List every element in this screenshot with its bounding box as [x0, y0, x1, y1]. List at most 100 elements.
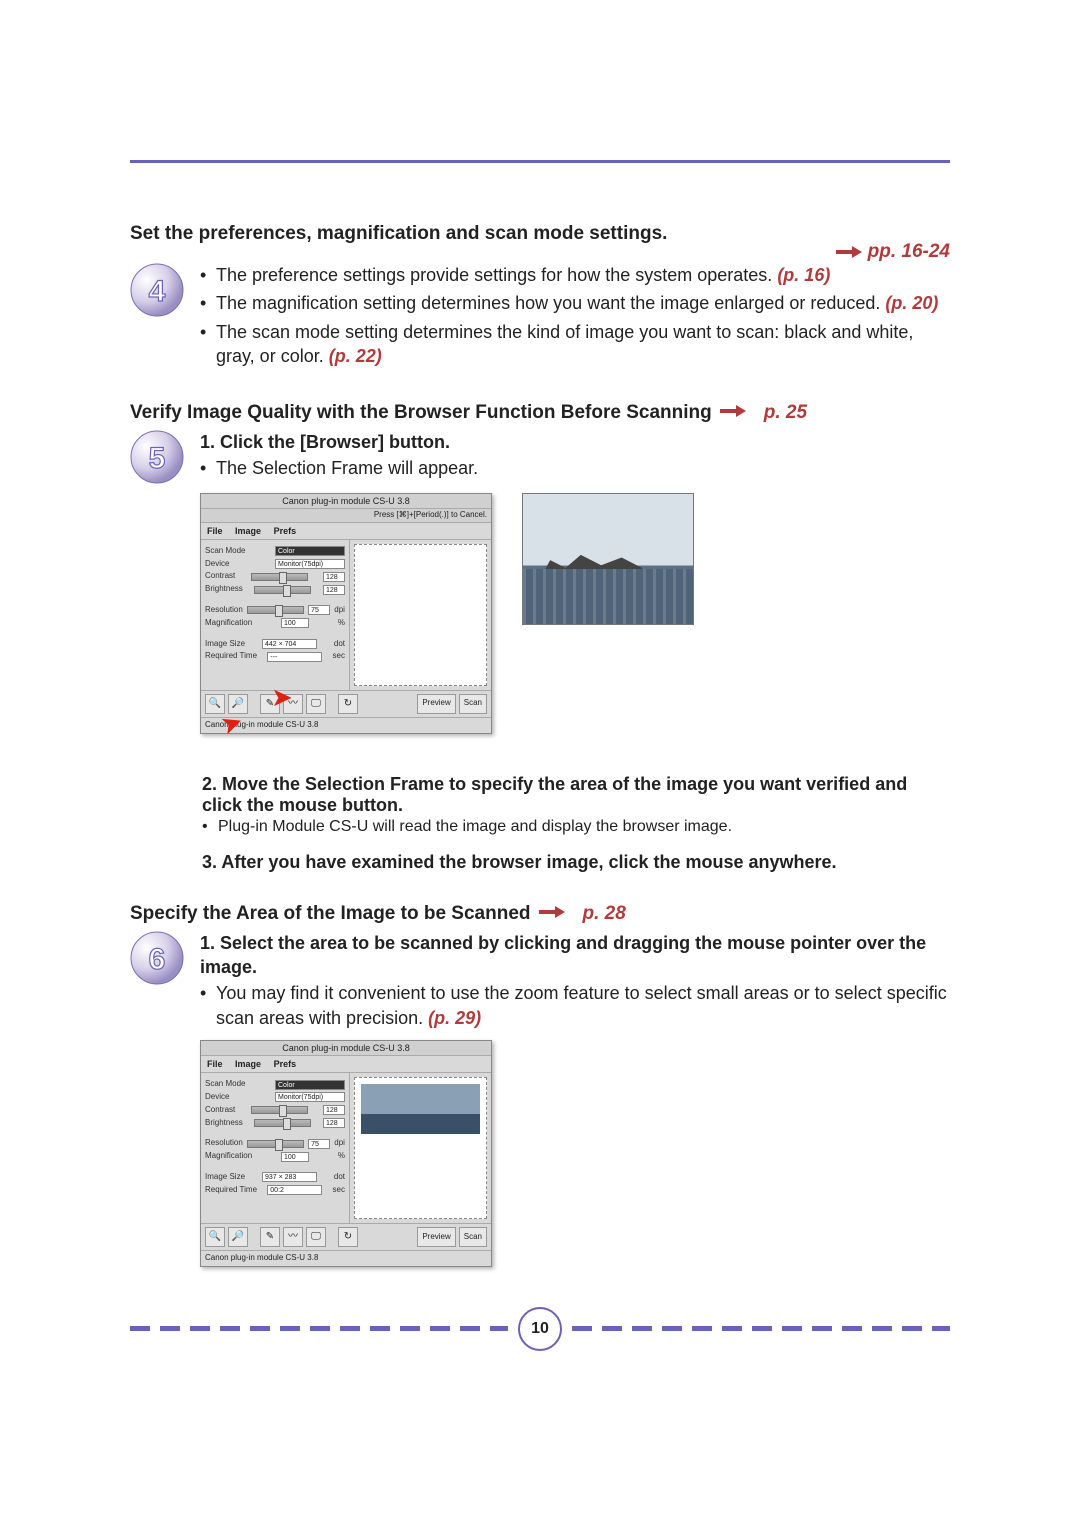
scanner-dialog-screenshot-1: Canon plug-in module CS-U 3.8 Press [⌘]+…: [200, 493, 492, 734]
contrast-slider[interactable]: [251, 573, 308, 581]
section6-step1-sub: You may find it convenient to use the zo…: [200, 981, 950, 1030]
section6-heading: Specify the Area of the Image to be Scan…: [130, 903, 531, 925]
section6-step1-title: 1. Select the area to be scanned by clic…: [200, 931, 950, 980]
label-brightness: Brightness: [205, 1118, 243, 1129]
section5-step3-title: 3. After you have examined the browser i…: [202, 852, 950, 873]
curve-icon[interactable]: 〰: [283, 1227, 303, 1247]
magnification-value[interactable]: 100: [281, 1152, 309, 1162]
bullet-text: The preference settings provide settings…: [216, 265, 772, 285]
unit-percent: %: [338, 1151, 345, 1162]
device-dropdown[interactable]: Monitor(75dpi): [275, 559, 345, 569]
image-size-value: 937 × 283: [262, 1172, 317, 1182]
section6-step1-ref: (p. 29): [428, 1008, 481, 1028]
menu-file[interactable]: File: [207, 526, 223, 536]
arrow-right-icon: [720, 404, 746, 418]
section5-step2-sub: Plug-in Module CS-U will read the image …: [202, 818, 950, 836]
brightness-slider[interactable]: [254, 1119, 311, 1127]
preview-button[interactable]: Preview: [417, 694, 455, 714]
zoom-in-icon[interactable]: 🔍: [205, 1227, 225, 1247]
unit-dot: dot: [334, 639, 345, 650]
section4-heading: Set the preferences, magnification and s…: [130, 223, 667, 244]
footer-dashes-right: [572, 1326, 950, 1331]
label-required-time: Required Time: [205, 1185, 257, 1196]
label-device: Device: [205, 559, 229, 570]
curve-icon[interactable]: 〰: [283, 694, 303, 714]
contrast-value[interactable]: 128: [323, 572, 345, 582]
scan-button[interactable]: Scan: [459, 1227, 487, 1247]
label-resolution: Resolution: [205, 1138, 243, 1149]
svg-text:5: 5: [149, 442, 166, 475]
preview-button[interactable]: Preview: [417, 1227, 455, 1247]
label-magnification: Magnification: [205, 1151, 252, 1162]
preview-image: [361, 1084, 480, 1134]
bullet-ref: (p. 16): [777, 265, 830, 285]
label-required-time: Required Time: [205, 651, 257, 662]
magnification-value[interactable]: 100: [281, 618, 309, 628]
resolution-value[interactable]: 75: [308, 605, 330, 615]
scanner-title: Canon plug-in module CS-U 3.8: [201, 1041, 491, 1056]
menu-prefs[interactable]: Prefs: [274, 1059, 297, 1069]
step-badge-5: 5: [130, 430, 184, 484]
unit-sec: sec: [333, 1185, 345, 1196]
page-number-badge: 10: [518, 1307, 562, 1351]
menu-image[interactable]: Image: [235, 526, 261, 536]
scanner-preview-area[interactable]: [354, 1077, 487, 1219]
scanner-title: Canon plug-in module CS-U 3.8: [201, 494, 491, 509]
resolution-slider[interactable]: [247, 606, 304, 614]
step-badge-6: 6: [130, 931, 184, 985]
brightness-value[interactable]: 128: [323, 585, 345, 595]
label-image-size: Image Size: [205, 639, 245, 650]
bullet-text: The magnification setting determines how…: [216, 293, 880, 313]
footer-dashes-left: [130, 1326, 508, 1331]
label-contrast: Contrast: [205, 571, 235, 582]
contrast-value[interactable]: 128: [323, 1105, 345, 1115]
brightness-value[interactable]: 128: [323, 1118, 345, 1128]
browser-button-icon[interactable]: 🖵: [306, 1227, 326, 1247]
list-item: The preference settings provide settings…: [200, 263, 950, 287]
brightness-slider[interactable]: [254, 586, 311, 594]
scanner-status: Canon plug-in module CS-U 3.8: [201, 717, 491, 733]
image-size-value: 442 × 704: [262, 639, 317, 649]
browser-button-icon[interactable]: 🖵: [306, 694, 326, 714]
scanner-menubar: File Image Prefs: [201, 523, 491, 540]
scan-mode-dropdown[interactable]: Color: [275, 546, 345, 556]
scan-mode-dropdown[interactable]: Color: [275, 1080, 345, 1090]
zoom-in-icon[interactable]: 🔍: [205, 694, 225, 714]
tool-icon[interactable]: ✎: [260, 1227, 280, 1247]
label-image-size: Image Size: [205, 1172, 245, 1183]
time-value: 00:2 (2,466,456): [267, 1185, 322, 1195]
menu-image[interactable]: Image: [235, 1059, 261, 1069]
unit-sec: sec: [333, 651, 345, 662]
unit-dpi: dpi: [334, 605, 345, 616]
svg-text:4: 4: [149, 275, 166, 308]
label-brightness: Brightness: [205, 584, 243, 595]
resolution-value[interactable]: 75: [308, 1139, 330, 1149]
rotate-icon[interactable]: ↻: [338, 1227, 358, 1247]
bullet-ref: (p. 22): [329, 346, 382, 366]
scanner-preview-area[interactable]: [354, 544, 487, 686]
label-scan-mode: Scan Mode: [205, 546, 245, 557]
section5-step1-sub: The Selection Frame will appear.: [200, 456, 950, 480]
section4-pp: pp. 16-24: [868, 241, 950, 262]
zoom-out-icon[interactable]: 🔎: [228, 1227, 248, 1247]
section5-step2-title: 2. Move the Selection Frame to specify t…: [202, 774, 950, 816]
rotate-icon[interactable]: ↻: [338, 694, 358, 714]
menu-prefs[interactable]: Prefs: [274, 526, 297, 536]
list-item: The magnification setting determines how…: [200, 291, 950, 315]
resolution-slider[interactable]: [247, 1140, 304, 1148]
svg-text:6: 6: [149, 943, 166, 976]
bullet-text: The scan mode setting determines the kin…: [216, 322, 913, 366]
section5-step1-title: 1. Click the [Browser] button.: [200, 430, 950, 454]
section5-pp: p. 25: [764, 402, 807, 424]
menu-file[interactable]: File: [207, 1059, 223, 1069]
zoom-out-icon[interactable]: 🔎: [228, 694, 248, 714]
device-dropdown[interactable]: Monitor(75dpi): [275, 1092, 345, 1102]
arrow-right-icon: [539, 905, 565, 919]
scan-button[interactable]: Scan: [459, 694, 487, 714]
contrast-slider[interactable]: [251, 1106, 308, 1114]
tool-icon[interactable]: ✎: [260, 694, 280, 714]
label-scan-mode: Scan Mode: [205, 1079, 245, 1090]
scanner-menubar: File Image Prefs: [201, 1056, 491, 1073]
section4-bullets: The preference settings provide settings…: [200, 263, 950, 368]
arrow-right-icon: [836, 245, 862, 259]
